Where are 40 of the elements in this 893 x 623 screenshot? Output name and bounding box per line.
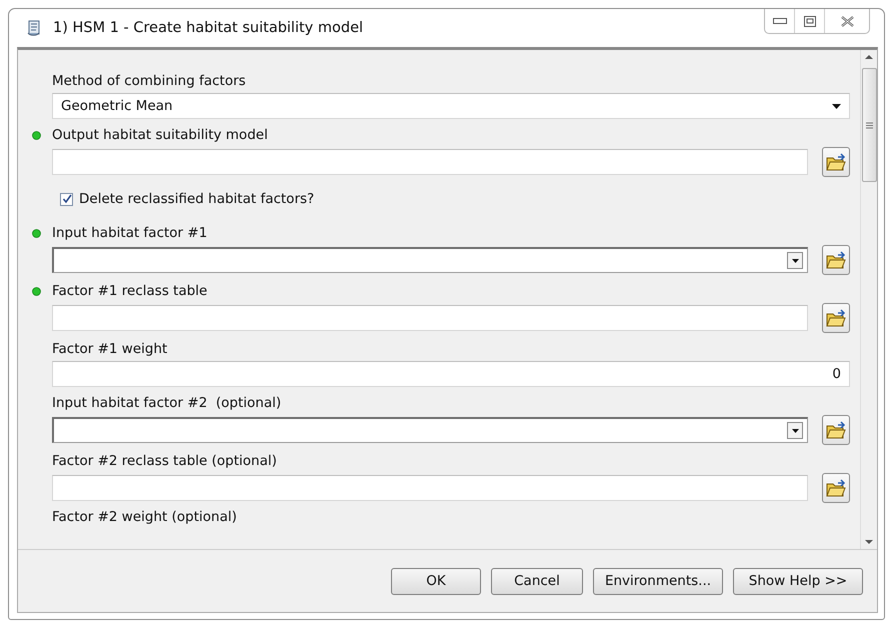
folder-icon	[826, 251, 846, 269]
folder-icon	[826, 421, 846, 439]
scrollbar[interactable]	[860, 50, 877, 549]
dialog-button[interactable]: Show Help >>	[733, 568, 863, 594]
browse-button[interactable]	[822, 147, 850, 177]
folder-icon	[826, 309, 846, 327]
parameter-label: Factor #1 reclass table	[52, 283, 208, 299]
dropdown-arrow-icon	[832, 104, 841, 108]
browse-button[interactable]	[822, 473, 850, 503]
parameter-label: Input habitat factor #2 (optional)	[52, 395, 282, 411]
dialog-button[interactable]: Cancel	[491, 568, 583, 594]
dropdown-field[interactable]	[52, 417, 808, 443]
folder-icon	[826, 479, 846, 497]
checkbox-label: Delete reclassified habitat factors?	[79, 191, 314, 207]
dialog-button[interactable]: Environments...	[593, 568, 723, 594]
browse-button[interactable]	[822, 303, 850, 333]
parameter-label: Method of combining factors	[52, 73, 246, 89]
browse-button[interactable]	[822, 415, 850, 445]
input-field[interactable]	[52, 149, 808, 175]
minimize-icon	[772, 18, 786, 24]
parameter-label: Factor #2 reclass table (optional)	[52, 453, 277, 469]
parameter-label: Input habitat factor #1	[52, 225, 208, 241]
close-icon	[840, 16, 854, 26]
browse-button[interactable]	[822, 245, 850, 275]
parameter-label: Factor #2 weight (optional)	[52, 509, 237, 525]
dropdown-arrow-icon	[792, 258, 798, 262]
grip-icon	[866, 122, 872, 128]
dropdown-arrow-icon	[792, 428, 798, 432]
maximize-icon	[804, 16, 816, 26]
parameter-label: Output habitat suitability model	[52, 127, 268, 143]
input-field[interactable]: 0	[52, 361, 850, 387]
dropdown-field[interactable]: Geometric Mean	[52, 93, 850, 119]
window-title: 1) HSM 1 - Create habitat suitability model	[53, 20, 364, 36]
input-field[interactable]	[52, 305, 808, 331]
dropdown-field[interactable]	[52, 247, 808, 273]
parameter-label: Factor #1 weight	[52, 341, 168, 357]
checkbox[interactable]	[60, 192, 73, 206]
folder-icon	[826, 153, 846, 171]
input-field[interactable]	[52, 475, 808, 501]
dialog-button[interactable]: OK	[391, 568, 481, 594]
